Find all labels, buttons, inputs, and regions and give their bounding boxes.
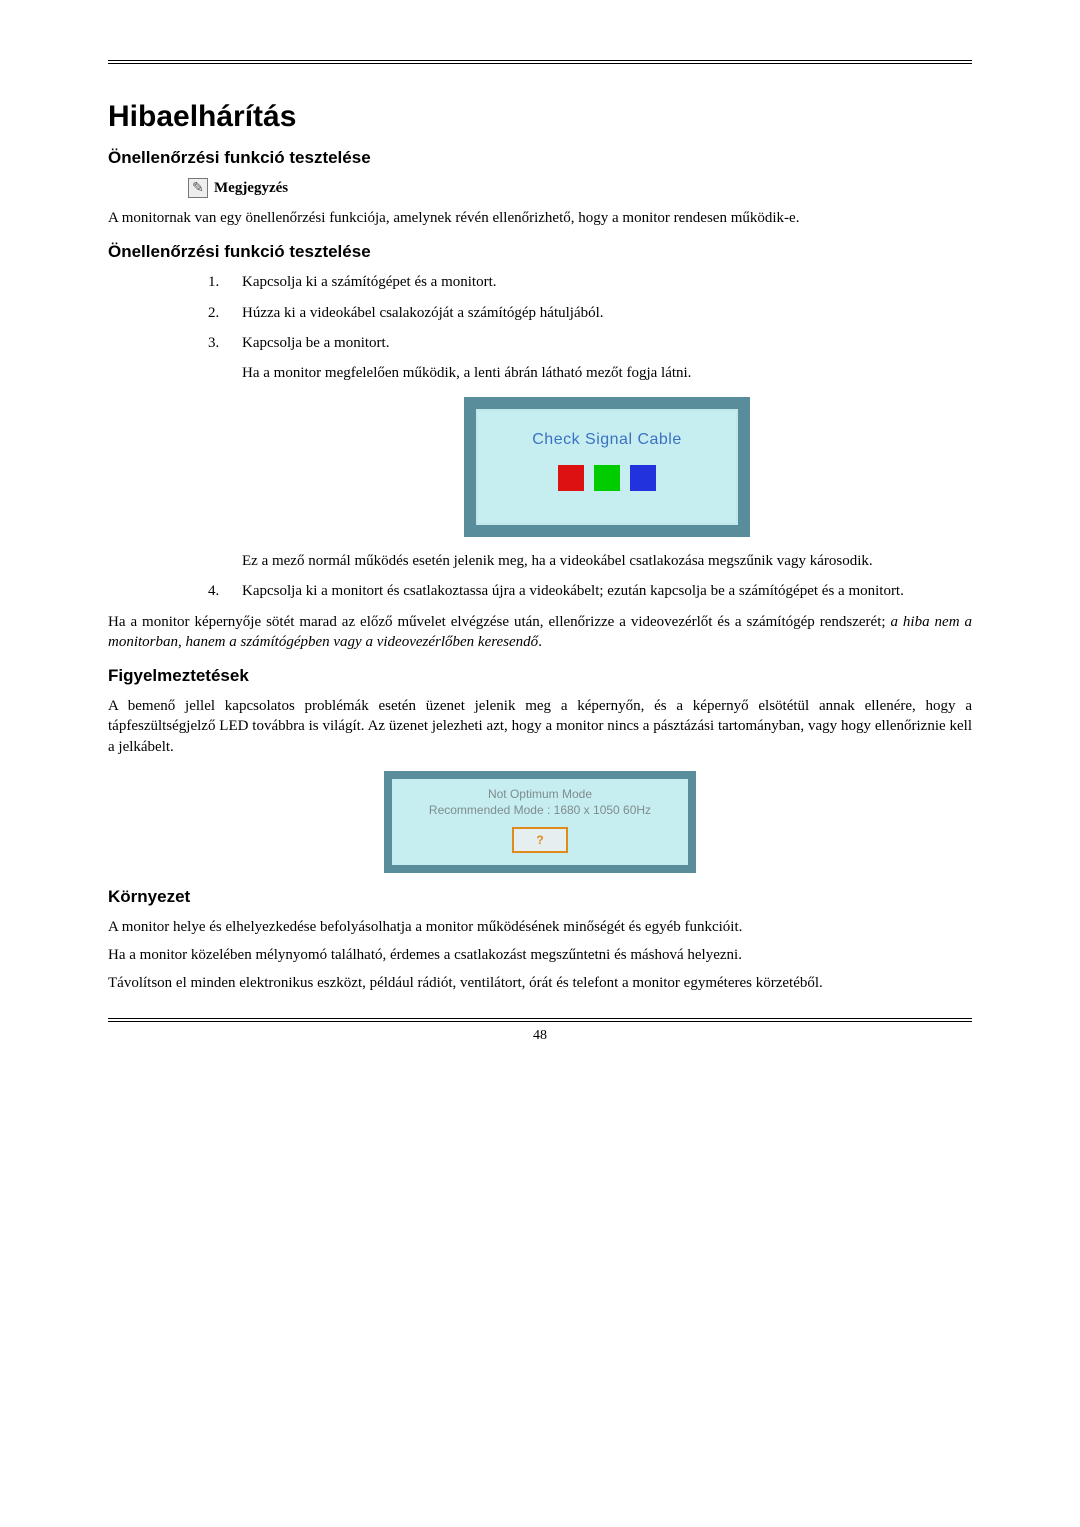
figure-not-optimum-mode: Not Optimum Mode Recommended Mode : 1680… (108, 771, 972, 873)
osd-line2: Recommended Mode : 1680 x 1050 60Hz (398, 803, 682, 817)
step-number: 1. (208, 272, 219, 292)
header-rule (108, 60, 972, 64)
page-title: Hibaelhárítás (108, 100, 972, 134)
warnings-body: A bemenő jellel kapcsolatos problémák es… (108, 696, 972, 757)
monitor-osd-frame: Check Signal Cable (464, 397, 750, 537)
env-p1: A monitor helye és elhelyezkedése befoly… (108, 917, 972, 937)
step-number: 3. (208, 333, 219, 353)
step-2: 2. Húzza ki a videokábel csalakozóját a … (208, 303, 972, 323)
blue-square-icon (630, 465, 656, 491)
osd-help-button: ? (512, 827, 568, 853)
monitor-osd-panel: Not Optimum Mode Recommended Mode : 1680… (392, 779, 688, 865)
step-1: 1. Kapcsolja ki a számítógépet és a moni… (208, 272, 972, 292)
step-text: Kapcsolja ki a számítógépet és a monitor… (242, 274, 497, 290)
section-environment: Környezet (108, 887, 972, 907)
green-square-icon (594, 465, 620, 491)
self-test-steps: 1. Kapcsolja ki a számítógépet és a moni… (208, 272, 972, 601)
env-p3: Távolítson el minden elektronikus eszköz… (108, 973, 972, 993)
page: Hibaelhárítás Önellenőrzési funkció tesz… (0, 0, 1080, 1084)
osd-line1: Not Optimum Mode (398, 787, 682, 801)
after-steps: Ha a monitor képernyője sötét marad az e… (108, 612, 972, 653)
osd-text: Check Signal Cable (486, 429, 728, 451)
note-body: A monitornak van egy önellenőrzési funkc… (108, 208, 972, 228)
footer-rule (108, 1018, 972, 1022)
section-warnings: Figyelmeztetések (108, 666, 972, 686)
step-3-sub2: Ez a mező normál működés esetén jelenik … (242, 551, 972, 571)
env-p2: Ha a monitor közelében mélynyomó találha… (108, 945, 972, 965)
step-number: 4. (208, 581, 219, 601)
figure-check-signal-cable: Check Signal Cable (242, 397, 972, 537)
step-4: 4. Kapcsolja ki a monitort és csatlakozt… (208, 581, 972, 601)
section-self-test-1: Önellenőrzési funkció tesztelése (108, 148, 972, 168)
step-3-sub: Ha a monitor megfelelően működik, a lent… (242, 363, 972, 383)
note-label: Megjegyzés (214, 180, 288, 197)
step-text: Kapcsolja be a monitort. (242, 335, 389, 351)
red-square-icon (558, 465, 584, 491)
page-number: 48 (108, 1028, 972, 1044)
step-text: Kapcsolja ki a monitort és csatlakoztass… (242, 583, 904, 599)
section-self-test-2: Önellenőrzési funkció tesztelése (108, 242, 972, 262)
note: ✎ Megjegyzés (188, 178, 972, 198)
step-text: Húzza ki a videokábel csalakozóját a szá… (242, 305, 604, 321)
step-number: 2. (208, 303, 219, 323)
after-steps-plain: Ha a monitor képernyője sötét marad az e… (108, 614, 890, 630)
after-steps-dot: . (538, 634, 542, 650)
monitor-osd-frame: Not Optimum Mode Recommended Mode : 1680… (384, 771, 696, 873)
monitor-osd-panel: Check Signal Cable (476, 409, 738, 525)
note-icon: ✎ (188, 178, 208, 198)
step-3: 3. Kapcsolja be a monitort. Ha a monitor… (208, 333, 972, 572)
